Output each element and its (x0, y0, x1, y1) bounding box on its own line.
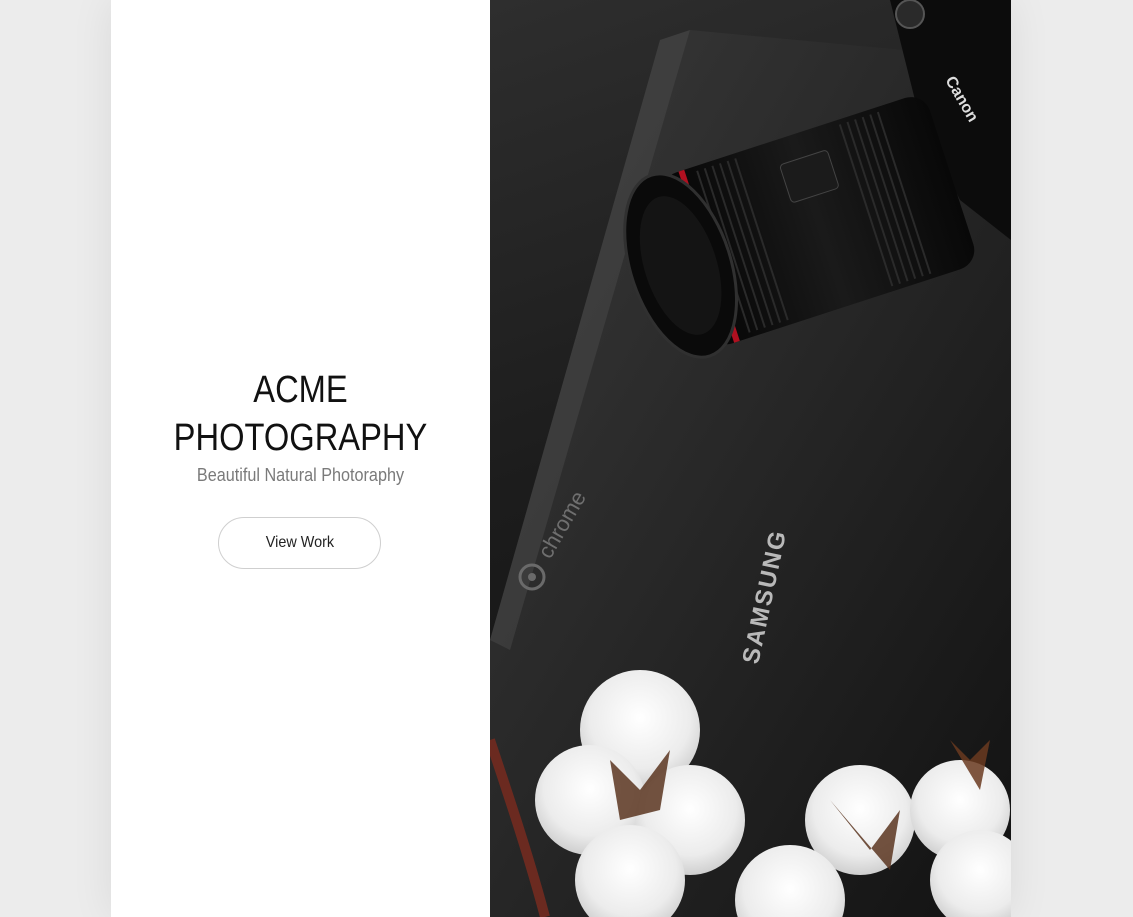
site-title-line-2: PHOTOGRAPHY (173, 417, 428, 459)
hero-heading-block: ACME PHOTOGRAPHY Beautiful Natural Photo… (111, 366, 490, 486)
site-title-line-1: ACME (253, 369, 348, 411)
hero-panel: ACME PHOTOGRAPHY Beautiful Natural Photo… (111, 0, 490, 917)
landing-page: ACME PHOTOGRAPHY Beautiful Natural Photo… (111, 0, 1011, 917)
camera-laptop-photo: Canon chrome SAMSUNG (490, 0, 1011, 917)
view-work-button[interactable]: View Work (218, 517, 381, 569)
view-work-button-label: View Work (265, 534, 334, 551)
hero-photo: Canon chrome SAMSUNG (490, 0, 1011, 917)
site-subtitle: Beautiful Natural Photoraphy (196, 465, 405, 485)
